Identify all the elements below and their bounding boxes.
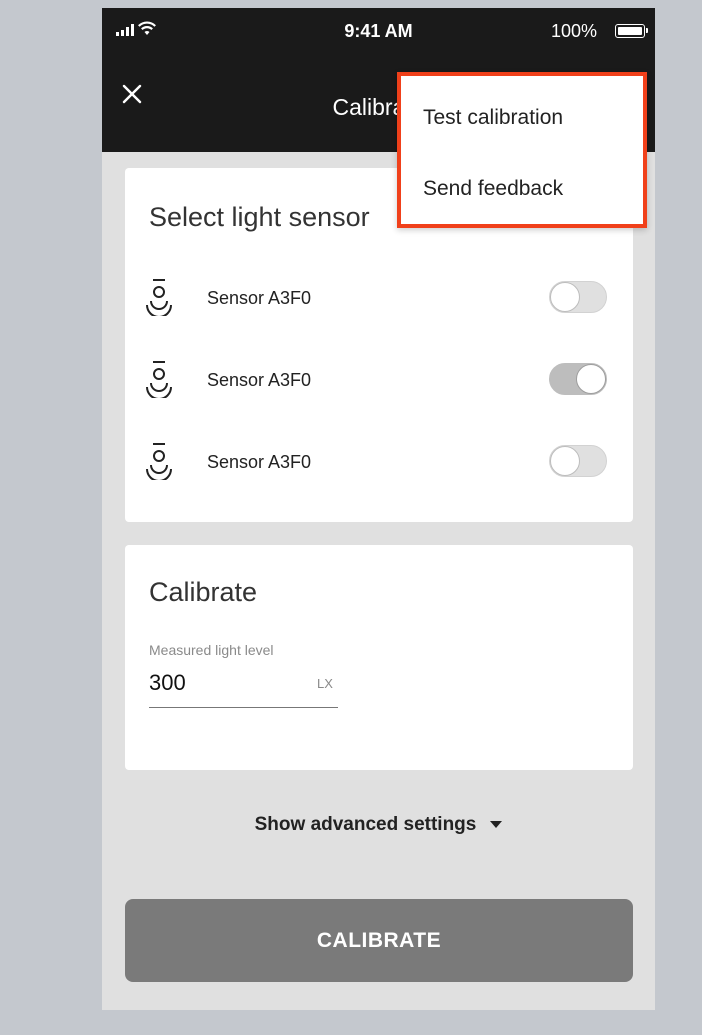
sensor-row: Sensor A3F0 [125,436,633,486]
input-underline [149,707,338,708]
calibrate-card-title: Calibrate [149,577,258,607]
calibrate-card: Calibrate Measured light level 300 LX [125,545,633,770]
light-sensor-icon [146,361,172,398]
unit-label: LX [317,676,333,691]
menu-item-test-calibration[interactable]: Test calibration [423,106,563,130]
sensor-label: Sensor A3F0 [207,452,312,472]
sensor-toggle[interactable] [549,445,607,477]
sensor-label: Sensor A3F0 [207,370,312,390]
battery-icon [615,24,648,38]
light-level-input[interactable]: 300 [149,670,186,696]
sensor-row: Sensor A3F0 [125,272,633,322]
battery-percent: 100% [550,21,597,41]
calibrate-button[interactable]: CALIBRATE [125,899,633,982]
show-advanced-settings-button[interactable]: Show advanced settings [102,814,655,836]
sensor-toggle[interactable] [549,363,607,395]
caret-down-icon [490,821,503,829]
status-bar: 9:41 AM 100% [102,8,655,54]
light-sensor-icon [146,279,172,316]
sensor-card-title: Select light sensor [149,202,370,232]
sensor-row: Sensor A3F0 [125,354,633,404]
sensor-label: Sensor A3F0 [207,288,312,308]
overflow-menu: Test calibration Send feedback [397,72,647,228]
advanced-settings-label: Show advanced settings [254,814,477,835]
menu-item-send-feedback[interactable]: Send feedback [423,177,563,201]
light-sensor-icon [146,443,172,480]
light-level-label: Measured light level [149,642,274,658]
sensor-toggle[interactable] [549,281,607,313]
